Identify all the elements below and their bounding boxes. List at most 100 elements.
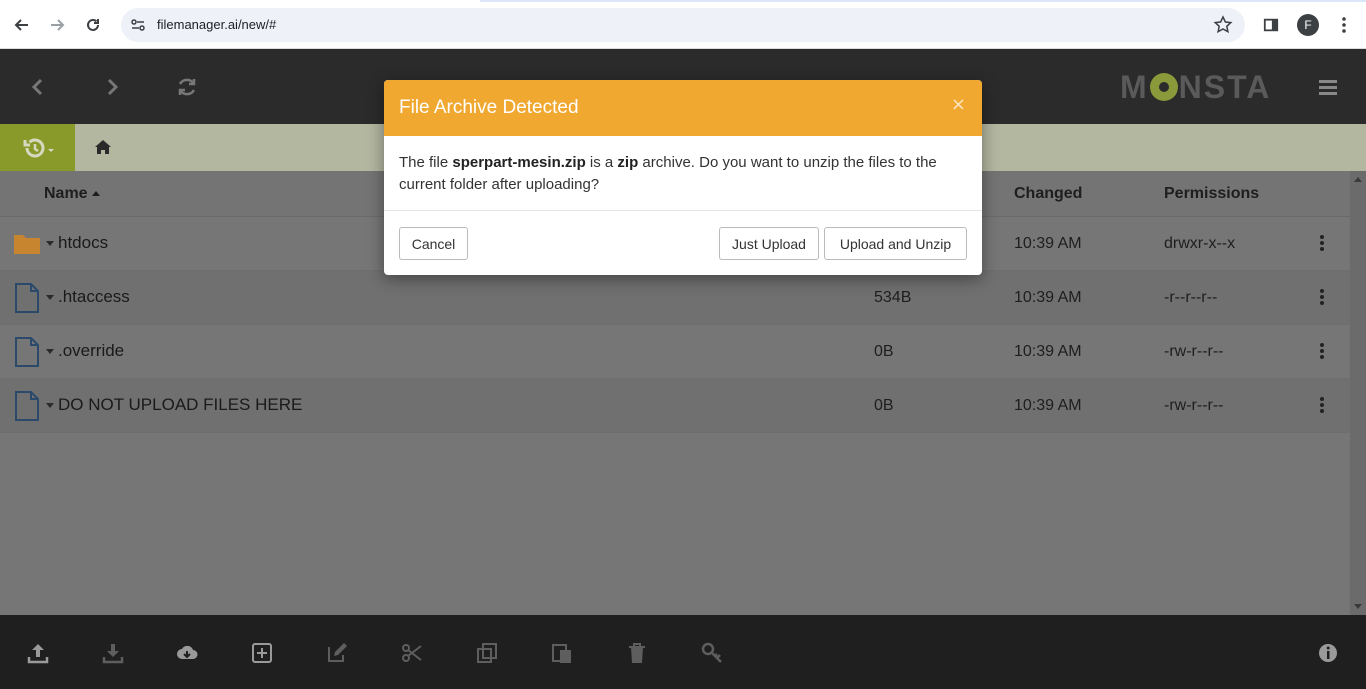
address-bar[interactable]: filemanager.ai/new/# <box>121 8 1245 42</box>
caret-down-icon[interactable] <box>46 403 54 408</box>
footer-toolbar <box>0 615 1366 689</box>
file-changed: 10:39 AM <box>1014 343 1082 360</box>
table-row[interactable]: DO NOT UPLOAD FILES HERE 0B 10:39 AM -rw… <box>0 379 1350 433</box>
chevron-left-icon <box>31 78 43 96</box>
table-row[interactable]: .override 0B 10:39 AM -rw-r--r-- <box>0 325 1350 379</box>
file-changed: 10:39 AM <box>1014 289 1082 306</box>
column-header-permissions[interactable]: Permissions <box>1164 185 1259 203</box>
info-icon <box>1319 644 1337 662</box>
just-upload-button[interactable]: Just Upload <box>719 227 819 260</box>
refresh-icon <box>178 78 196 96</box>
url-text: filemanager.ai/new/# <box>157 17 277 32</box>
monsta-logo: M NSTA <box>1120 69 1272 105</box>
bookmark-star-icon[interactable] <box>1213 15 1233 35</box>
table-row[interactable]: .htaccess 534B 10:39 AM -r--r--r-- <box>0 271 1350 325</box>
file-changed: 10:39 AM <box>1014 397 1082 414</box>
delete-button[interactable] <box>625 641 649 665</box>
file-size: 0B <box>874 397 894 414</box>
upload-button[interactable] <box>26 641 50 665</box>
archive-filename: sperpart-mesin.zip <box>452 154 586 171</box>
upload-icon <box>27 644 49 664</box>
dialog-title: File Archive Detected <box>399 97 579 118</box>
permissions-button[interactable] <box>700 641 724 665</box>
app-menu-button[interactable] <box>1314 73 1342 101</box>
file-icon <box>15 337 39 367</box>
row-actions-button[interactable] <box>1318 343 1326 361</box>
file-permissions: -rw-r--r-- <box>1164 397 1224 414</box>
browser-back-button[interactable] <box>9 12 35 38</box>
browser-menu-button[interactable] <box>1331 12 1357 38</box>
cut-button[interactable] <box>400 641 424 665</box>
trash-icon <box>629 643 645 663</box>
scroll-down-icon[interactable] <box>1354 604 1362 609</box>
dialog-header: File Archive Detected × <box>384 80 982 136</box>
file-name[interactable]: htdocs <box>58 233 108 253</box>
paste-icon <box>552 644 571 663</box>
scroll-up-icon[interactable] <box>1354 177 1362 182</box>
logo-eye-icon <box>1149 73 1178 101</box>
file-name[interactable]: .override <box>58 341 124 361</box>
history-icon <box>23 138 54 157</box>
tab-strip <box>480 0 1366 2</box>
column-header-changed[interactable]: Changed <box>1014 185 1082 203</box>
new-item-button[interactable] <box>250 641 274 665</box>
close-icon[interactable]: × <box>951 94 966 115</box>
site-info-icon[interactable] <box>129 16 147 34</box>
edit-button[interactable] <box>325 641 349 665</box>
app-back-button[interactable] <box>24 73 52 101</box>
arrow-left-icon <box>14 19 28 31</box>
plus-square-icon <box>252 643 272 663</box>
file-permissions: drwxr-x--x <box>1164 235 1236 252</box>
file-icon <box>15 283 39 313</box>
paste-button[interactable] <box>550 641 574 665</box>
row-actions-button[interactable] <box>1318 289 1326 307</box>
arrow-right-icon <box>51 19 65 31</box>
browser-toolbar: filemanager.ai/new/# F <box>0 0 1366 49</box>
side-panel-button[interactable] <box>1258 12 1284 38</box>
caret-down-icon[interactable] <box>46 241 54 246</box>
folder-icon <box>14 235 40 254</box>
cloud-download-icon <box>177 645 198 659</box>
app-refresh-button[interactable] <box>173 73 201 101</box>
sort-ascending-icon <box>92 191 101 196</box>
file-permissions: -rw-r--r-- <box>1164 343 1224 360</box>
vertical-scrollbar[interactable] <box>1350 171 1366 615</box>
archive-type: zip <box>617 154 639 171</box>
download-icon <box>102 644 124 664</box>
browser-forward-button[interactable] <box>44 12 70 38</box>
file-name[interactable]: .htaccess <box>58 287 130 307</box>
upload-and-unzip-button[interactable]: Upload and Unzip <box>824 227 967 260</box>
hamburger-menu-icon <box>1319 80 1337 95</box>
row-actions-button[interactable] <box>1318 235 1326 253</box>
app-forward-button[interactable] <box>98 73 126 101</box>
download-button[interactable] <box>101 641 125 665</box>
caret-down-icon[interactable] <box>46 349 54 354</box>
key-icon <box>701 642 722 663</box>
file-size: 0B <box>874 343 894 360</box>
cancel-button[interactable]: Cancel <box>399 227 468 260</box>
home-icon[interactable] <box>94 138 112 156</box>
edit-icon <box>328 643 347 662</box>
row-actions-button[interactable] <box>1318 397 1326 415</box>
fetch-url-button[interactable] <box>175 641 199 665</box>
kebab-menu-icon <box>1342 17 1346 33</box>
copy-button[interactable] <box>475 641 499 665</box>
info-button[interactable] <box>1316 641 1340 665</box>
reload-icon <box>87 18 99 31</box>
caret-down-icon[interactable] <box>46 295 54 300</box>
profile-button[interactable]: F <box>1295 12 1321 38</box>
dialog-message: The file sperpart-mesin.zip is a zip arc… <box>399 154 937 193</box>
file-permissions: -r--r--r-- <box>1164 289 1218 306</box>
side-panel-icon <box>1263 18 1279 32</box>
dialog-divider <box>384 210 982 211</box>
history-button[interactable] <box>0 124 75 171</box>
browser-reload-button[interactable] <box>80 12 106 38</box>
copy-icon <box>477 643 497 663</box>
avatar: F <box>1297 14 1319 36</box>
file-changed: 10:39 AM <box>1014 235 1082 252</box>
column-header-name[interactable]: Name <box>44 185 101 203</box>
file-name[interactable]: DO NOT UPLOAD FILES HERE <box>58 395 302 415</box>
file-icon <box>15 391 39 421</box>
file-size: 534B <box>874 289 912 306</box>
chevron-right-icon <box>107 78 119 96</box>
